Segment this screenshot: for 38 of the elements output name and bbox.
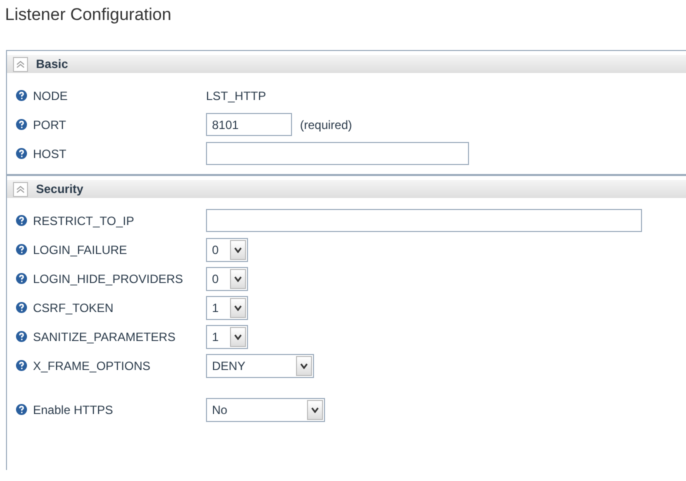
- help-icon[interactable]: [16, 331, 27, 342]
- dropdown[interactable]: No: [206, 398, 325, 422]
- help-icon[interactable]: [16, 404, 27, 415]
- chevron-icon: [16, 186, 25, 192]
- help-icon[interactable]: [16, 244, 27, 255]
- dropdown[interactable]: 1: [206, 296, 248, 320]
- section-title: Basic: [36, 56, 68, 73]
- dropdown[interactable]: 0: [206, 238, 248, 262]
- help-icon[interactable]: [16, 119, 27, 130]
- field-label: LOGIN_HIDE_PROVIDERS: [33, 270, 184, 288]
- field-label: Enable HTTPS: [33, 402, 114, 418]
- field-label: X_FRAME_OPTIONS: [33, 358, 150, 374]
- chevron-icon: [16, 60, 25, 68]
- page-title: Listener Configuration: [4, 4, 172, 25]
- help-icon[interactable]: [16, 215, 27, 226]
- help-icon[interactable]: [16, 302, 27, 313]
- text-field[interactable]: [206, 142, 469, 165]
- field-value: LST_HTTP: [206, 88, 266, 104]
- dropdown[interactable]: 0: [206, 266, 248, 290]
- collapse-button[interactable]: [13, 56, 28, 72]
- text-field[interactable]: [206, 209, 642, 232]
- dropdown[interactable]: DENY: [206, 354, 314, 378]
- collapse-button[interactable]: [13, 182, 28, 196]
- required-note: (required): [300, 116, 352, 134]
- help-icon[interactable]: [16, 90, 27, 101]
- field-label: CSRF_TOKEN: [33, 300, 114, 316]
- help-icon[interactable]: [16, 360, 27, 371]
- help-icon[interactable]: [16, 273, 27, 284]
- field-label: RESTRICT_TO_IP: [33, 212, 134, 230]
- text-field[interactable]: 8101: [206, 113, 292, 136]
- field-label: HOST: [33, 146, 66, 162]
- section-title: Security: [36, 181, 84, 198]
- field-label: NODE: [33, 88, 68, 104]
- help-icon[interactable]: [16, 148, 27, 159]
- dropdown[interactable]: 1: [206, 324, 248, 348]
- field-label: LOGIN_FAILURE: [33, 242, 128, 258]
- field-label: PORT: [33, 116, 66, 134]
- field-label: SANITIZE_PARAMETERS: [33, 328, 176, 346]
